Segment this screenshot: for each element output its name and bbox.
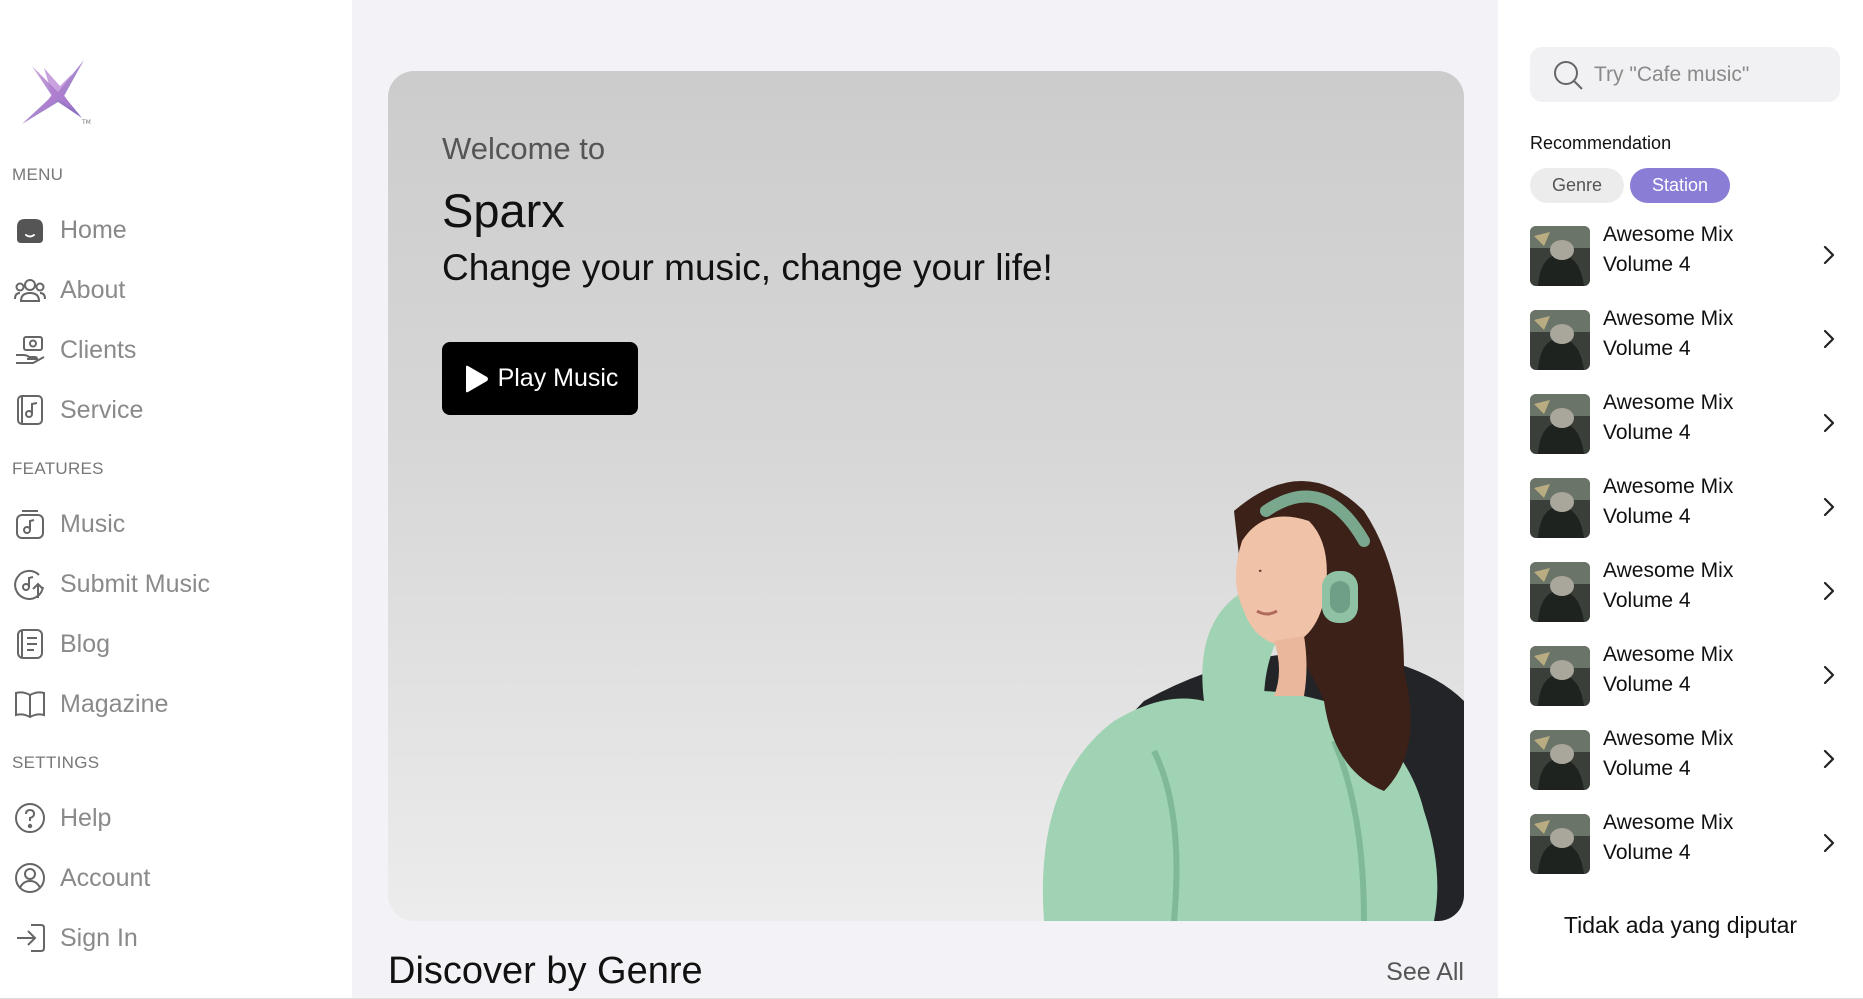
sidebar-item-label: Clients: [60, 335, 137, 364]
album-cover-image: [1530, 814, 1590, 874]
play-icon: [465, 365, 488, 392]
sidebar: TM MENU Home About Clients Service FEATU…: [0, 0, 352, 999]
recommendation-item[interactable]: Awesome Mix Volume 4: [1530, 475, 1840, 562]
play-music-label: Play Music: [497, 364, 619, 392]
sign-in-icon: [12, 920, 48, 956]
sidebar-item-sign-in[interactable]: Sign In: [12, 916, 138, 960]
main-content: Welcome to Sparx Change your music, chan…: [352, 0, 1498, 999]
svg-text:TM: TM: [81, 119, 91, 126]
recommendation-item-title: Awesome Mix Volume 4: [1603, 727, 1734, 780]
album-cover-image: [1530, 478, 1590, 538]
album-cover-image: [1530, 562, 1590, 622]
sidebar-item-label: Service: [60, 395, 144, 424]
sidebar-item-music[interactable]: Music: [12, 502, 125, 546]
sidebar-item-label: Help: [60, 803, 112, 832]
recommendation-item[interactable]: Awesome Mix Volume 4: [1530, 223, 1840, 310]
sidebar-item-label: Magazine: [60, 689, 169, 718]
recommendation-panel: Recommendation Genre Station Awesome Mix…: [1498, 0, 1863, 999]
chip-genre[interactable]: Genre: [1530, 168, 1625, 203]
hero-tagline: Change your music, change your life!: [442, 247, 1053, 288]
sidebar-item-help[interactable]: Help: [12, 796, 111, 840]
sidebar-item-label: Account: [60, 863, 151, 892]
menu-section-label: MENU: [12, 165, 64, 184]
recommendation-item-title: Awesome Mix Volume 4: [1603, 811, 1734, 864]
sidebar-item-label: Submit Music: [60, 569, 211, 598]
recommendation-item[interactable]: Awesome Mix Volume 4: [1530, 307, 1840, 394]
woman-with-headphones-image: [1042, 481, 1464, 921]
hero-banner: Welcome to Sparx Change your music, chan…: [388, 71, 1464, 921]
sidebar-item-label: Blog: [60, 629, 111, 658]
see-all-link[interactable]: See All: [1386, 958, 1464, 987]
sidebar-item-label: Music: [60, 509, 126, 538]
chevron-right-icon[interactable]: [1822, 244, 1836, 266]
album-cover-image: [1530, 646, 1590, 706]
chip-station[interactable]: Station: [1630, 168, 1731, 203]
chevron-right-icon[interactable]: [1822, 328, 1836, 350]
account-icon: [12, 860, 48, 896]
sparx-logo[interactable]: TM: [14, 52, 106, 126]
now-playing-status: Tidak ada yang diputar: [1563, 912, 1798, 938]
recommendation-item[interactable]: Awesome Mix Volume 4: [1530, 391, 1840, 478]
music-icon: [12, 506, 48, 542]
recommendation-filter: Genre Station: [1530, 168, 1731, 203]
album-cover-image: [1530, 310, 1590, 370]
sidebar-item-service[interactable]: Service: [12, 388, 143, 432]
sidebar-item-account[interactable]: Account: [12, 856, 150, 900]
recommendation-item-title: Awesome Mix Volume 4: [1603, 307, 1734, 360]
play-music-button[interactable]: Play Music: [442, 342, 638, 415]
hero-brand: Sparx: [442, 184, 565, 237]
chevron-right-icon[interactable]: [1822, 496, 1836, 518]
blog-icon: [12, 626, 48, 662]
recommendation-item-title: Awesome Mix Volume 4: [1603, 559, 1734, 612]
sidebar-item-about[interactable]: About: [12, 268, 125, 312]
submit-music-icon: [12, 566, 48, 602]
sidebar-item-clients[interactable]: Clients: [12, 328, 136, 372]
chevron-right-icon[interactable]: [1822, 412, 1836, 434]
users-icon: [12, 272, 48, 308]
recommendation-item[interactable]: Awesome Mix Volume 4: [1530, 643, 1840, 730]
chevron-right-icon[interactable]: [1822, 748, 1836, 770]
features-section-label: FEATURES: [12, 459, 104, 478]
sidebar-item-label: About: [60, 275, 126, 304]
recommendation-list: Awesome Mix Volume 4 Awesome Mix Volume 4…: [1530, 223, 1840, 898]
home-icon: [12, 212, 48, 248]
sidebar-item-blog[interactable]: Blog: [12, 622, 110, 666]
chevron-right-icon[interactable]: [1822, 664, 1836, 686]
hero-welcome: Welcome to: [442, 131, 606, 166]
recommendation-item[interactable]: Awesome Mix Volume 4: [1530, 727, 1840, 814]
recommendation-item-title: Awesome Mix Volume 4: [1603, 643, 1734, 696]
album-cover-image: [1530, 730, 1590, 790]
discover-genre-header: Discover by Genre See All: [388, 950, 1464, 994]
chevron-right-icon[interactable]: [1822, 832, 1836, 854]
clients-icon: [12, 332, 48, 368]
settings-section-label: SETTINGS: [12, 753, 100, 772]
book-icon: [12, 686, 48, 722]
sidebar-item-magazine[interactable]: Magazine: [12, 682, 168, 726]
album-cover-image: [1530, 226, 1590, 286]
recommendation-item[interactable]: Awesome Mix Volume 4: [1530, 811, 1840, 898]
discover-genre-title: Discover by Genre: [388, 950, 703, 992]
sidebar-item-home[interactable]: Home: [12, 208, 127, 252]
recommendation-item-title: Awesome Mix Volume 4: [1603, 475, 1734, 528]
sidebar-item-label: Home: [60, 215, 127, 244]
search-icon: [1554, 60, 1583, 90]
chevron-right-icon[interactable]: [1822, 580, 1836, 602]
sidebar-item-submit-music[interactable]: Submit Music: [12, 562, 210, 606]
recommendation-item-title: Awesome Mix Volume 4: [1603, 391, 1734, 444]
service-icon: [12, 392, 48, 428]
recommendation-title: Recommendation: [1530, 133, 1672, 153]
help-icon: [12, 800, 48, 836]
search-bar[interactable]: [1530, 47, 1840, 102]
recommendation-item[interactable]: Awesome Mix Volume 4: [1530, 559, 1840, 646]
album-cover-image: [1530, 394, 1590, 454]
recommendation-item-title: Awesome Mix Volume 4: [1603, 223, 1734, 276]
search-input[interactable]: [1594, 62, 1814, 87]
sidebar-item-label: Sign In: [60, 923, 138, 952]
